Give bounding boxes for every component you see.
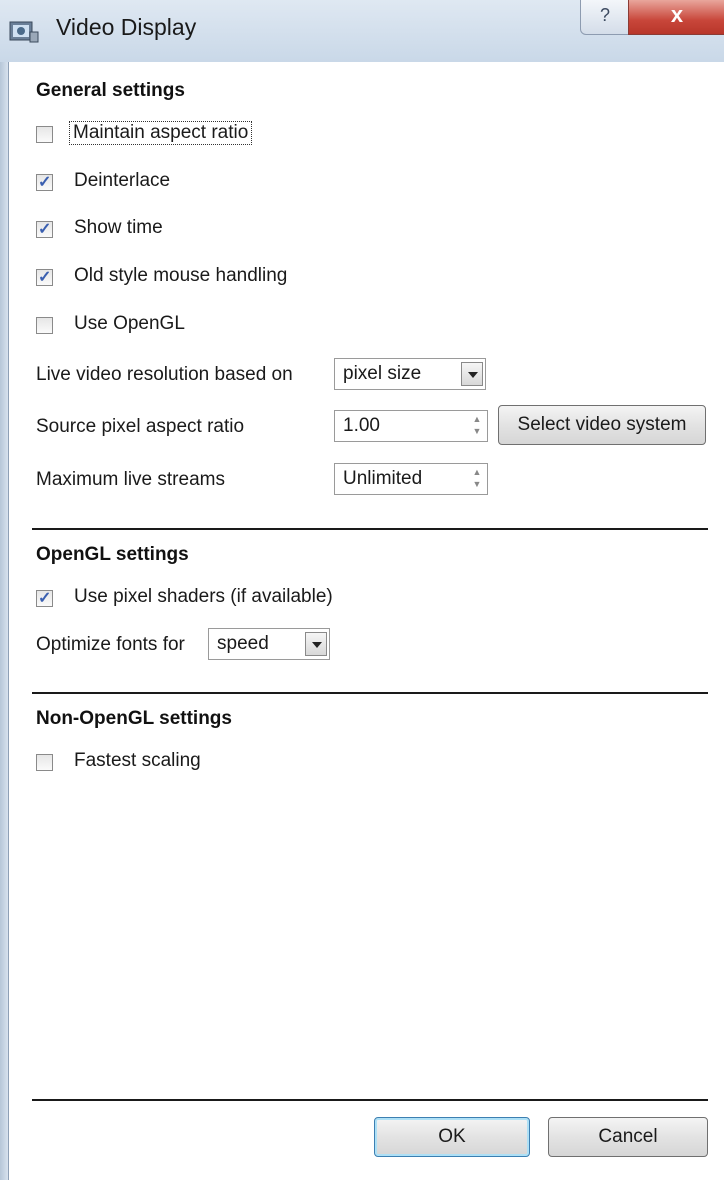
resolution-value: pixel size bbox=[343, 363, 422, 384]
select-video-system-button[interactable]: Select video system bbox=[498, 405, 706, 445]
section-divider bbox=[32, 528, 708, 530]
dropdown-arrow-icon[interactable] bbox=[305, 632, 327, 656]
checkbox-label: Show time bbox=[74, 217, 163, 238]
aspect-ratio-value: 1.00 bbox=[343, 415, 380, 436]
opengl-settings-heading: OpenGL settings bbox=[36, 544, 189, 565]
spinner-arrows-icon[interactable]: ▲ ▼ bbox=[470, 413, 484, 439]
window-title: Video Display bbox=[56, 14, 197, 40]
cancel-button[interactable]: Cancel bbox=[548, 1117, 708, 1157]
max-streams-spinner[interactable]: Unlimited ▲ ▼ bbox=[334, 463, 488, 495]
help-icon: ? bbox=[599, 5, 610, 25]
ok-button[interactable]: OK bbox=[374, 1117, 530, 1157]
video-display-dialog: Video Display ? x General settings Maint… bbox=[0, 0, 724, 1180]
checkbox-box[interactable] bbox=[36, 754, 53, 771]
max-streams-value: Unlimited bbox=[343, 468, 423, 489]
checkbox-label: Maintain aspect ratio bbox=[68, 121, 253, 145]
spinner-arrows-icon[interactable]: ▲ ▼ bbox=[470, 466, 484, 492]
title-bar: Video Display ? x bbox=[0, 0, 724, 62]
resolution-label: Live video resolution based on bbox=[36, 364, 293, 385]
close-icon: x bbox=[670, 2, 684, 27]
close-button[interactable]: x bbox=[628, 0, 724, 35]
checkbox-box[interactable] bbox=[36, 172, 53, 192]
aspect-ratio-label: Source pixel aspect ratio bbox=[36, 416, 245, 437]
checkbox-box[interactable] bbox=[36, 126, 53, 143]
footer-divider bbox=[32, 1099, 708, 1101]
window-frame-edge bbox=[8, 62, 9, 1180]
general-settings-heading: General settings bbox=[36, 80, 185, 101]
checkbox-box[interactable] bbox=[36, 267, 53, 287]
optimize-fonts-value: speed bbox=[217, 633, 269, 654]
checkbox-label: Use OpenGL bbox=[74, 313, 185, 334]
section-divider bbox=[32, 692, 708, 694]
dropdown-arrow-icon[interactable] bbox=[461, 362, 483, 386]
optimize-fonts-select[interactable]: speed bbox=[208, 628, 330, 660]
optimize-fonts-label: Optimize fonts for bbox=[36, 634, 185, 655]
checkbox-label: Old style mouse handling bbox=[74, 265, 288, 286]
resolution-select[interactable]: pixel size bbox=[334, 358, 486, 390]
help-button[interactable]: ? bbox=[580, 0, 630, 35]
app-icon bbox=[9, 21, 39, 43]
max-streams-label: Maximum live streams bbox=[36, 469, 225, 490]
checkbox-label: Fastest scaling bbox=[74, 750, 201, 771]
checkbox-label: Use pixel shaders (if available) bbox=[74, 586, 333, 607]
aspect-ratio-spinner[interactable]: 1.00 ▲ ▼ bbox=[334, 410, 488, 442]
checkbox-box[interactable] bbox=[36, 588, 53, 608]
window-frame-left bbox=[0, 62, 8, 1180]
checkbox-box[interactable] bbox=[36, 219, 53, 239]
non-opengl-settings-heading: Non-OpenGL settings bbox=[36, 708, 232, 729]
checkbox-box[interactable] bbox=[36, 317, 53, 334]
checkbox-label: Deinterlace bbox=[74, 170, 171, 191]
